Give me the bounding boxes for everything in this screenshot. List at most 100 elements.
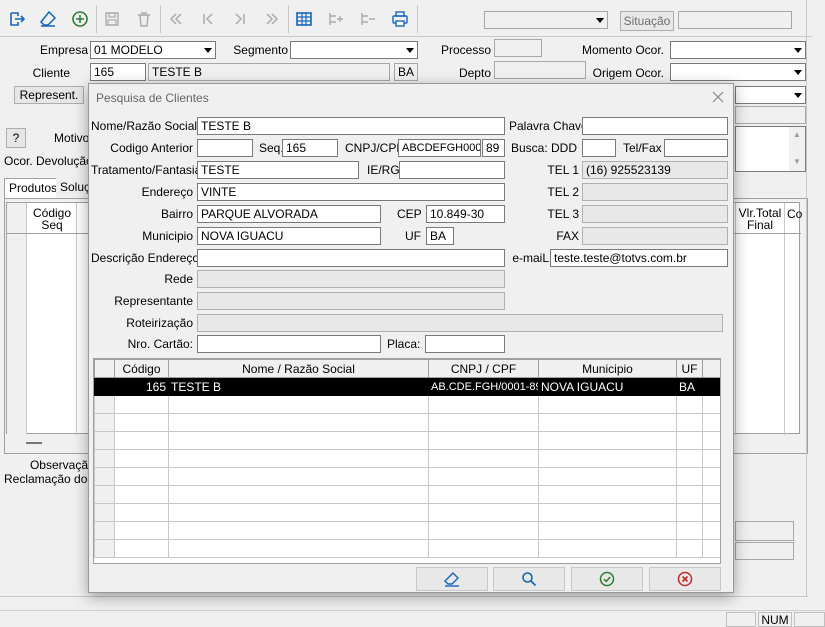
fax-field	[582, 227, 728, 245]
ocor-devolucao-label: Ocor. Devolução	[4, 154, 93, 168]
ie-rg-field[interactable]	[399, 161, 505, 179]
tel2-label: TEL 2	[547, 185, 579, 199]
situacao-button[interactable]: Situação	[620, 11, 674, 31]
empresa-select[interactable]: 01 MODELO	[90, 41, 216, 59]
table-row[interactable]	[94, 521, 720, 540]
tel1-field: (16) 925523139	[582, 161, 728, 179]
search-button[interactable]	[493, 567, 565, 591]
first-record-button[interactable]	[162, 5, 190, 33]
table-icon	[296, 12, 312, 26]
tel3-label: TEL 3	[547, 207, 579, 221]
tel-fax-field[interactable]	[664, 139, 728, 157]
trash-icon	[138, 12, 150, 27]
motivo-scrollbar[interactable]: ▲ ▼	[789, 127, 805, 171]
table-row[interactable]: 165 TESTE B AB.CDE.FGH/0001-89 NOVA IGUA…	[94, 377, 720, 396]
grid-view-button[interactable]	[290, 5, 318, 33]
tab-produtos[interactable]: Produtos	[4, 178, 63, 198]
col-municipio[interactable]: Municipio	[538, 359, 677, 378]
municipio-field[interactable]: NOVA IGUACU	[197, 227, 381, 245]
segmento-label: Segmento	[233, 43, 288, 57]
collapse-rows-button[interactable]	[354, 5, 382, 33]
step-forward-icon	[235, 13, 245, 25]
cliente-code-field[interactable]: 165	[90, 63, 146, 81]
represent-button[interactable]: Represent.	[14, 86, 84, 104]
col-codigo[interactable]: Código	[114, 359, 169, 378]
right-select[interactable]	[735, 86, 806, 104]
cancel-button[interactable]	[649, 567, 721, 591]
nro-cartao-field[interactable]	[197, 335, 381, 353]
endereco-field[interactable]: VINTE	[197, 183, 505, 201]
save-button[interactable]	[98, 5, 126, 33]
col-vlr-total: Vlr.Total Final	[738, 206, 782, 232]
table-row[interactable]	[94, 503, 720, 522]
clear-search-button[interactable]	[416, 567, 488, 591]
situacao-field	[678, 11, 792, 29]
table-row[interactable]	[94, 431, 720, 450]
col-co: Co	[787, 207, 803, 221]
uf-field[interactable]: BA	[426, 227, 454, 245]
confirm-button[interactable]	[571, 567, 643, 591]
help-button[interactable]: ?	[6, 128, 26, 148]
observacao-field	[735, 521, 794, 541]
tel-fax-label: Tel/Fax	[623, 141, 662, 155]
next-record-button[interactable]	[226, 5, 254, 33]
close-icon	[712, 91, 724, 103]
table-row[interactable]	[94, 413, 720, 432]
add-button[interactable]	[66, 5, 94, 33]
clientes-grid[interactable]: Código Nome / Razão Social CNPJ / CPF Mu…	[93, 358, 721, 564]
exit-button[interactable]	[3, 5, 31, 33]
clear-button[interactable]	[34, 5, 62, 33]
status-cell	[726, 612, 756, 627]
palavra-chave-field[interactable]	[582, 117, 728, 135]
save-icon	[105, 12, 119, 26]
double-chevron-right-icon	[266, 13, 279, 25]
delete-button[interactable]	[130, 5, 158, 33]
reclamacao-field	[735, 542, 794, 560]
table-row[interactable]	[94, 467, 720, 486]
empresa-label: Empresa	[39, 43, 88, 57]
palavra-chave-label: Palavra Chave	[509, 119, 588, 133]
table-row[interactable]	[94, 449, 720, 468]
rede-field	[197, 270, 505, 288]
origem-select[interactable]	[670, 63, 806, 81]
roteirizacao-label: Roteirização	[126, 316, 193, 330]
bairro-field[interactable]: PARQUE ALVORADA	[197, 205, 381, 223]
dialog-close-button[interactable]	[709, 88, 727, 106]
reclamacao-label: Reclamação do i	[4, 472, 94, 486]
table-row[interactable]	[94, 395, 720, 414]
table-row[interactable]	[94, 539, 720, 558]
remove-row-icon	[361, 13, 375, 25]
motivo-label: Motivo	[54, 131, 90, 145]
last-record-button[interactable]	[258, 5, 286, 33]
print-button[interactable]	[386, 5, 414, 33]
cep-field[interactable]: 10.849-30	[426, 205, 505, 223]
momento-select[interactable]	[670, 41, 806, 59]
cnpj-field[interactable]: ABCDEFGH0001	[398, 139, 481, 157]
placa-field[interactable]	[425, 335, 505, 353]
table-row[interactable]	[94, 485, 720, 504]
top-filter-select[interactable]	[484, 11, 608, 29]
tratamento-field[interactable]: TESTE	[197, 161, 359, 179]
codigo-anterior-field[interactable]	[197, 139, 253, 157]
codigo-anterior-label: Codigo Anterior	[110, 141, 193, 155]
descricao-endereco-field[interactable]	[197, 249, 505, 267]
seq-field[interactable]: 165	[282, 139, 338, 157]
segmento-select[interactable]	[290, 41, 418, 59]
grid-header-row: Código Nome / Razão Social CNPJ / CPF Mu…	[94, 359, 720, 378]
col-cnpj[interactable]: CNPJ / CPF	[428, 359, 539, 378]
ddd-field[interactable]	[582, 139, 616, 157]
municipio-label: Municipio	[142, 229, 193, 243]
ie-rg-label: IE/RG	[367, 163, 400, 177]
previous-record-button[interactable]	[194, 5, 222, 33]
email-field[interactable]: teste.teste@totvs.com.br	[550, 249, 728, 267]
placa-label: Placa:	[387, 337, 421, 351]
expand-rows-button[interactable]	[322, 5, 350, 33]
pesquisa-clientes-dialog: Pesquisa de Clientes Nome/Razão Social T…	[88, 83, 734, 593]
nome-field[interactable]: TESTE B	[197, 117, 505, 135]
cnpj-suffix-field[interactable]: 89	[482, 139, 505, 157]
depto-label: Depto	[458, 66, 491, 80]
col-nome[interactable]: Nome / Razão Social	[168, 359, 429, 378]
col-uf[interactable]: UF	[676, 359, 703, 378]
exit-icon	[10, 12, 26, 26]
momento-label: Momento Ocor.	[581, 43, 664, 57]
